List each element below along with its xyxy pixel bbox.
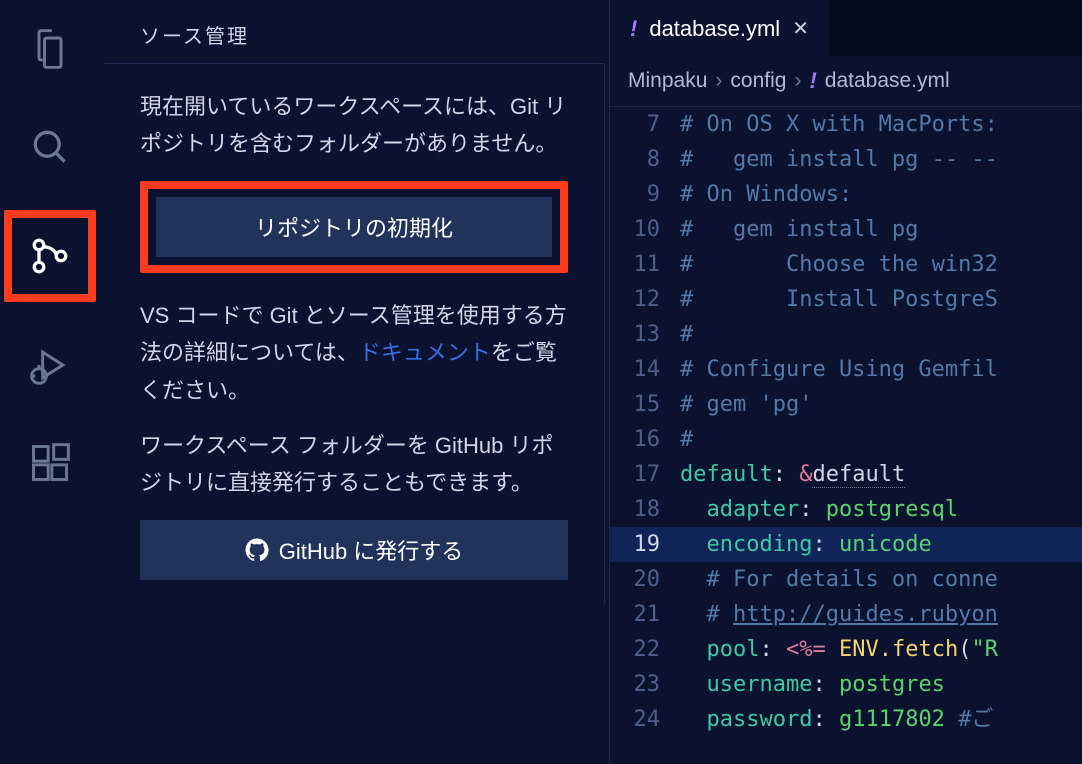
code-text[interactable]: # On Windows: — [680, 177, 1082, 212]
code-line[interactable]: 13# — [610, 317, 1082, 352]
line-number: 14 — [610, 352, 680, 387]
code-text[interactable]: # gem install pg -- -- — [680, 142, 1082, 177]
line-number: 16 — [610, 422, 680, 457]
line-number: 11 — [610, 247, 680, 282]
line-number: 10 — [610, 212, 680, 247]
activity-bar — [0, 0, 100, 764]
line-number: 13 — [610, 317, 680, 352]
extensions-icon[interactable] — [15, 428, 85, 498]
breadcrumb-item[interactable]: database.yml — [825, 69, 950, 93]
code-line[interactable]: 11# Choose the win32 — [610, 247, 1082, 282]
line-number: 8 — [610, 142, 680, 177]
source-control-icon[interactable] — [12, 218, 88, 294]
init-repo-button[interactable]: リポジトリの初期化 — [156, 197, 552, 257]
line-number: 9 — [610, 177, 680, 212]
code-text[interactable]: # Configure Using Gemfil — [680, 352, 1082, 387]
code-line[interactable]: 14# Configure Using Gemfil — [610, 352, 1082, 387]
code-text[interactable]: default: &default — [680, 457, 1082, 492]
chevron-right-icon: › — [794, 69, 801, 93]
tab-filename: database.yml — [649, 16, 780, 42]
editor-area: ! database.yml ✕ Minpaku › config › ! da… — [610, 0, 1082, 764]
code-line[interactable]: 10# gem install pg — [610, 212, 1082, 247]
code-line[interactable]: 16# — [610, 422, 1082, 457]
code-line[interactable]: 8# gem install pg -- -- — [610, 142, 1082, 177]
source-control-panel: ソース管理 現在開いているワークスペースには、Git リポジトリを含むフォルダー… — [100, 0, 610, 764]
code-text[interactable]: # On OS X with MacPorts: — [680, 107, 1082, 142]
line-number: 19 — [610, 527, 680, 562]
code-line[interactable]: 23 username: postgres — [610, 667, 1082, 702]
scm-desc-no-repo: 現在開いているワークスペースには、Git リポジトリを含むフォルダーがありません… — [140, 88, 568, 163]
github-icon — [245, 538, 269, 562]
init-repo-highlight: リポジトリの初期化 — [140, 181, 568, 273]
code-text[interactable]: # Install PostgreS — [680, 282, 1082, 317]
breadcrumb-item[interactable]: config — [730, 69, 786, 93]
chevron-right-icon: › — [715, 69, 722, 93]
explorer-icon[interactable] — [15, 14, 85, 84]
line-number: 21 — [610, 597, 680, 632]
code-line[interactable]: 19 encoding: unicode — [610, 527, 1082, 562]
code-line[interactable]: 12# Install PostgreS — [610, 282, 1082, 317]
panel-title: ソース管理 — [100, 0, 609, 63]
line-number: 18 — [610, 492, 680, 527]
code-line[interactable]: 15# gem 'pg' — [610, 387, 1082, 422]
scm-desc-github: ワークスペース フォルダーを GitHub リポジトリに直接発行することもできま… — [140, 427, 568, 502]
breadcrumb[interactable]: Minpaku › config › ! database.yml — [610, 56, 1082, 107]
code-text[interactable]: pool: <%= ENV.fetch("R — [680, 632, 1082, 667]
code-line[interactable]: 7# On OS X with MacPorts: — [610, 107, 1082, 142]
code-text[interactable]: adapter: postgresql — [680, 492, 1082, 527]
code-line[interactable]: 17default: &default — [610, 457, 1082, 492]
code-line[interactable]: 21 # http://guides.rubyon — [610, 597, 1082, 632]
breadcrumb-item[interactable]: Minpaku — [628, 69, 707, 93]
code-text[interactable]: # — [680, 422, 1082, 457]
code-editor[interactable]: 7# On OS X with MacPorts:8# gem install … — [610, 107, 1082, 764]
code-text[interactable]: password: g1117802 #ご — [680, 702, 1082, 737]
code-text[interactable]: # Choose the win32 — [680, 247, 1082, 282]
code-line[interactable]: 18 adapter: postgresql — [610, 492, 1082, 527]
line-number: 17 — [610, 457, 680, 492]
code-line[interactable]: 20 # For details on conne — [610, 562, 1082, 597]
code-line[interactable]: 9# On Windows: — [610, 177, 1082, 212]
line-number: 12 — [610, 282, 680, 317]
docs-link[interactable]: ドキュメント — [359, 340, 491, 365]
line-number: 24 — [610, 702, 680, 737]
code-text[interactable]: # For details on conne — [680, 562, 1082, 597]
publish-github-button[interactable]: GitHub に発行する — [140, 520, 568, 580]
yaml-file-icon: ! — [630, 16, 637, 42]
debug-icon[interactable] — [15, 330, 85, 400]
tab-database-yml[interactable]: ! database.yml ✕ — [610, 0, 829, 56]
line-number: 22 — [610, 632, 680, 667]
yaml-file-icon: ! — [809, 68, 816, 94]
line-number: 7 — [610, 107, 680, 142]
code-text[interactable]: # gem install pg — [680, 212, 1082, 247]
scm-desc-docs: VS コードで Git とソース管理を使用する方法の詳細については、ドキュメント… — [140, 297, 568, 409]
search-icon[interactable] — [15, 112, 85, 182]
line-number: 15 — [610, 387, 680, 422]
code-text[interactable]: # — [680, 317, 1082, 352]
code-line[interactable]: 24 password: g1117802 #ご — [610, 702, 1082, 737]
line-number: 20 — [610, 562, 680, 597]
code-text[interactable]: # http://guides.rubyon — [680, 597, 1082, 632]
code-text[interactable]: # gem 'pg' — [680, 387, 1082, 422]
tab-bar: ! database.yml ✕ — [610, 0, 1082, 56]
close-tab-icon[interactable]: ✕ — [792, 16, 809, 41]
code-text[interactable]: encoding: unicode — [680, 527, 1082, 562]
code-text[interactable]: username: postgres — [680, 667, 1082, 702]
code-line[interactable]: 22 pool: <%= ENV.fetch("R — [610, 632, 1082, 667]
source-control-highlight — [4, 210, 96, 302]
line-number: 23 — [610, 667, 680, 702]
